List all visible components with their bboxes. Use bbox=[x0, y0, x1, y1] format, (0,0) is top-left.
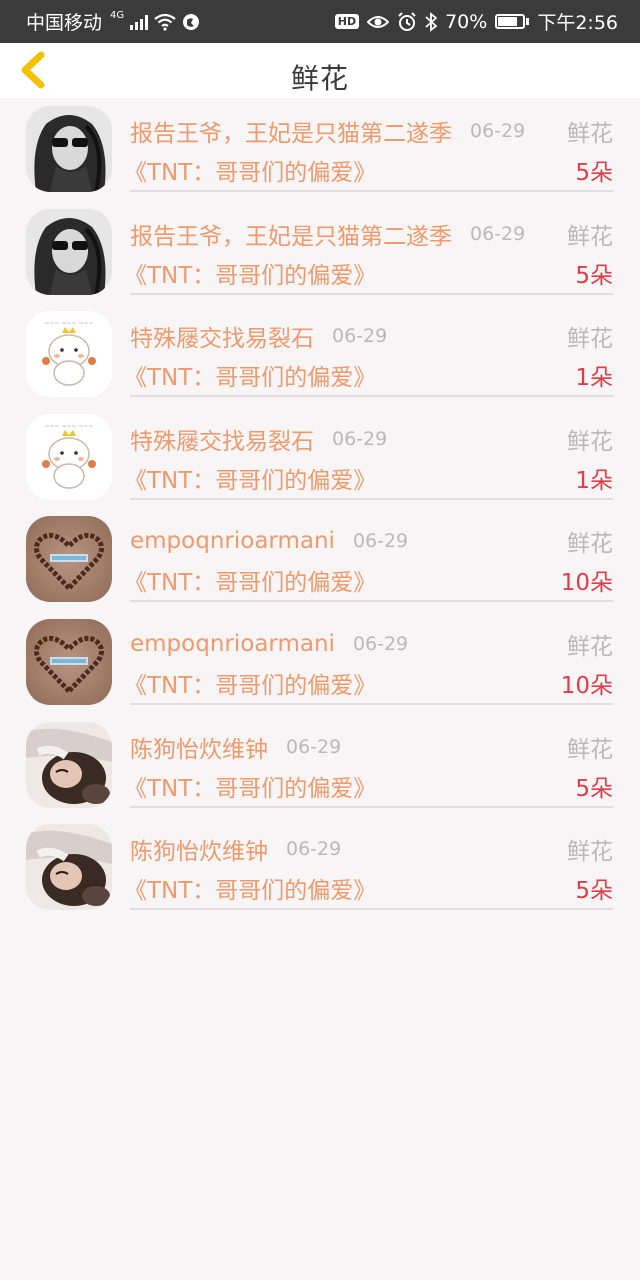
avatar[interactable] bbox=[26, 721, 112, 808]
data-saver-icon bbox=[183, 13, 200, 30]
eye-icon bbox=[367, 15, 390, 28]
avatar[interactable] bbox=[26, 618, 112, 705]
username[interactable]: empoqnrioarmani bbox=[130, 631, 335, 657]
clock: 下午2:56 bbox=[537, 12, 618, 34]
book-title[interactable]: 《TNT：哥哥们的偏爱》 bbox=[124, 871, 376, 905]
gift-type: 鲜花 bbox=[567, 326, 613, 353]
flower-count: 5朵 bbox=[575, 262, 613, 289]
flower-count: 10朵 bbox=[560, 570, 613, 597]
divider bbox=[130, 600, 613, 603]
flower-count: 10朵 bbox=[560, 672, 613, 699]
flower-count: 1朵 bbox=[575, 467, 613, 494]
username[interactable]: 特殊屦交找易裂石 bbox=[130, 319, 314, 353]
divider bbox=[130, 292, 613, 295]
book-title[interactable]: 《TNT：哥哥们的偏爱》 bbox=[124, 153, 376, 187]
username[interactable]: 报告王爷，王妃是只猫第二遂季 bbox=[130, 217, 452, 251]
list-item[interactable]: 报告王爷，王妃是只猫第二遂季 06-29 鲜花《TNT：哥哥们的偏爱》 5朵 bbox=[0, 98, 640, 201]
list-item[interactable]: ~~~ ~~~ ~~~ 特殊屦交找易裂石 06-29 鲜花《TNT：哥哥们的偏爱》 1朵 bbox=[0, 303, 640, 406]
divider bbox=[130, 805, 613, 808]
record-date: 06-29 bbox=[352, 632, 409, 655]
divider bbox=[130, 190, 613, 192]
flower-count: 5朵 bbox=[575, 775, 613, 802]
record-date: 06-29 bbox=[470, 120, 526, 142]
record-date: 06-29 bbox=[286, 838, 342, 861]
divider bbox=[130, 395, 613, 398]
wifi-icon bbox=[154, 13, 176, 31]
divider bbox=[130, 908, 613, 911]
list-item[interactable]: 陈狗怡炊维钟 06-29 鲜花《TNT：哥哥们的偏爱》 5朵 bbox=[0, 714, 640, 817]
gift-type: 鲜花 bbox=[567, 736, 613, 763]
list-item[interactable]: empoqnrioarmani 06-29 鲜花《TNT：哥哥们的偏爱》 10朵 bbox=[0, 611, 640, 714]
book-title[interactable]: 《TNT：哥哥们的偏爱》 bbox=[124, 461, 376, 495]
flower-count: 5朵 bbox=[575, 878, 613, 905]
flower-count: 1朵 bbox=[575, 365, 613, 392]
record-date: 06-29 bbox=[470, 222, 526, 245]
username[interactable]: empoqnrioarmani bbox=[130, 528, 335, 554]
username[interactable]: 陈狗怡炊维钟 bbox=[130, 832, 268, 866]
divider bbox=[130, 497, 613, 500]
gift-type: 鲜花 bbox=[567, 633, 613, 660]
record-date: 06-29 bbox=[286, 735, 342, 758]
avatar[interactable] bbox=[26, 516, 112, 603]
book-title[interactable]: 《TNT：哥哥们的偏爱》 bbox=[124, 769, 376, 803]
flower-count: 5朵 bbox=[575, 160, 613, 186]
list-item[interactable]: empoqnrioarmani 06-29 鲜花《TNT：哥哥们的偏爱》 10朵 bbox=[0, 508, 640, 611]
alarm-icon bbox=[398, 11, 416, 31]
record-date: 06-29 bbox=[332, 427, 388, 450]
divider bbox=[130, 702, 613, 705]
username[interactable]: 特殊屦交找易裂石 bbox=[130, 422, 314, 456]
flower-record-list: 报告王爷，王妃是只猫第二遂季 06-29 鲜花 《TNT：哥哥们的偏爱》 5朵 报告王爷，… bbox=[0, 98, 640, 919]
bluetooth-icon bbox=[425, 11, 438, 32]
list-item[interactable]: 报告王爷，王妃是只猫第二遂季 06-29 鲜花《TNT：哥哥们的偏爱》 5朵 bbox=[0, 201, 640, 304]
gift-type: 鲜花 bbox=[567, 121, 613, 147]
book-title[interactable]: 《TNT：哥哥们的偏爱》 bbox=[124, 563, 376, 597]
gift-type: 鲜花 bbox=[567, 531, 613, 558]
book-title[interactable]: 《TNT：哥哥们的偏爱》 bbox=[124, 666, 376, 700]
network-type-label: 4G bbox=[110, 10, 125, 21]
hd-icon: HD bbox=[334, 14, 360, 29]
record-date: 06-29 bbox=[352, 530, 409, 553]
signal-icon bbox=[130, 14, 149, 30]
username[interactable]: 陈狗怡炊维钟 bbox=[130, 730, 268, 764]
title-bar: 鲜花 bbox=[0, 43, 640, 98]
avatar[interactable]: ~~~ ~~~ ~~~ bbox=[26, 413, 112, 500]
avatar[interactable] bbox=[26, 106, 112, 192]
page-title: 鲜花 bbox=[290, 62, 349, 95]
record-date: 06-29 bbox=[332, 325, 388, 348]
username[interactable]: 报告王爷，王妃是只猫第二遂季 bbox=[130, 114, 452, 148]
avatar[interactable] bbox=[26, 208, 112, 295]
book-title[interactable]: 《TNT：哥哥们的偏爱》 bbox=[124, 256, 376, 290]
carrier-label: 中国移动 bbox=[26, 12, 103, 34]
avatar[interactable]: ~~~ ~~~ ~~~ bbox=[26, 311, 112, 398]
svg-text:~~~ ~~~ ~~~: ~~~ ~~~ ~~~ bbox=[44, 423, 93, 430]
avatar[interactable] bbox=[26, 824, 112, 911]
gift-type: 鲜花 bbox=[567, 223, 613, 250]
battery-percent: 70% bbox=[445, 10, 488, 33]
book-title[interactable]: 《TNT：哥哥们的偏爱》 bbox=[124, 358, 376, 392]
status-bar: 中国移动 4G HD 70% 下午2:56 bbox=[0, 0, 640, 43]
gift-type: 鲜花 bbox=[567, 839, 613, 866]
svg-text:~~~ ~~~ ~~~: ~~~ ~~~ ~~~ bbox=[44, 320, 93, 327]
list-item[interactable]: 陈狗怡炊维钟 06-29 鲜花《TNT：哥哥们的偏爱》 5朵 bbox=[0, 816, 640, 919]
gift-type: 鲜花 bbox=[567, 428, 613, 455]
battery-icon bbox=[495, 14, 530, 29]
list-item[interactable]: ~~~ ~~~ ~~~ 特殊屦交找易裂石 06-29 鲜花《TNT：哥哥们的偏爱》 1朵 bbox=[0, 406, 640, 509]
